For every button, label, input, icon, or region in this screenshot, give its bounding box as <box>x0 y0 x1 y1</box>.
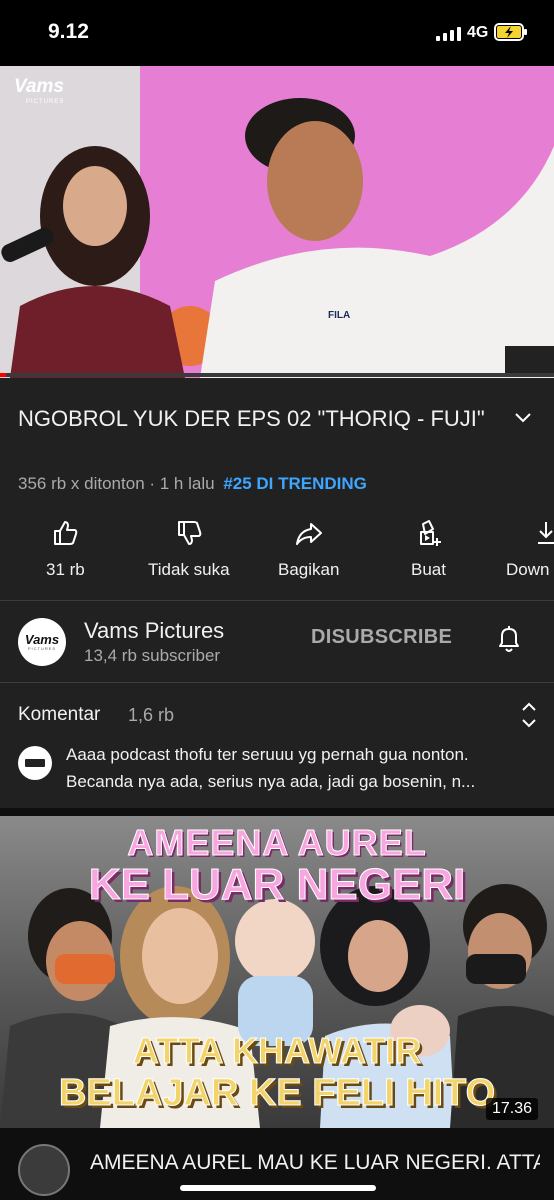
video-progress-bar[interactable] <box>0 373 554 377</box>
dislike-label: Tidak suka <box>148 560 230 579</box>
channel-avatar[interactable]: Vams PICTURES <box>18 618 66 666</box>
status-time: 9.12 <box>48 20 89 43</box>
thumbnail-text-line-4: BELAJAR KE FELI HITO <box>58 1072 496 1115</box>
channel-name[interactable]: Vams Pictures <box>84 618 224 644</box>
bell-icon[interactable] <box>495 624 523 654</box>
video-player[interactable]: FILA Vams PICTURES <box>0 66 554 378</box>
expand-icon[interactable] <box>518 700 540 730</box>
battery-charging-icon <box>494 23 527 41</box>
thumbnail-text-line-3: ATTA KHAWATIR <box>132 1030 422 1072</box>
dislike-icon <box>177 521 202 545</box>
create-icon <box>420 520 442 546</box>
like-button[interactable]: 31 rb <box>46 518 85 580</box>
download-button[interactable]: Down <box>506 518 554 580</box>
video-meta: 356 rb x ditonton · 1 h lalu #25 DI TREN… <box>18 474 367 494</box>
like-count: 31 rb <box>46 560 85 579</box>
thumbnail-text-line-1: AMEENA AUREL <box>127 822 427 864</box>
status-bar: 9.12 4G <box>0 0 554 66</box>
section-gap <box>0 808 554 816</box>
share-label: Bagikan <box>278 560 340 579</box>
player-watermark-subtitle: PICTURES <box>26 99 65 105</box>
chevron-down-icon[interactable] <box>512 406 534 428</box>
create-button[interactable]: Buat <box>411 518 446 580</box>
video-views: 356 rb x ditonton · 1 h lalu <box>18 474 215 493</box>
download-label: Down <box>506 560 550 579</box>
next-video-channel-avatar[interactable] <box>18 1144 70 1196</box>
download-icon <box>538 522 554 544</box>
thumbnail-text-line-2: KE LUAR NEGERI <box>88 860 466 910</box>
trending-badge[interactable]: #25 DI TRENDING <box>223 474 367 493</box>
comments-section[interactable]: Komentar 1,6 rb Aaaa podcast thofu ter s… <box>0 682 554 808</box>
video-title[interactable]: NGOBROL YUK DER EPS 02 "THORIQ - FUJI" <box>18 404 488 434</box>
video-frame-image: FILA <box>1 98 554 378</box>
commenter-avatar <box>18 746 52 780</box>
next-video-title[interactable]: AMEENA AUREL MAU KE LUAR NEGERI. ATTA KH… <box>90 1150 540 1176</box>
channel-row[interactable]: Vams PICTURES Vams Pictures 13,4 rb subs… <box>0 600 554 680</box>
video-progress-fill <box>0 373 6 377</box>
next-video-thumbnail[interactable]: AMEENA AUREL KE LUAR NEGERI ATTA KHAWATI… <box>0 816 554 1128</box>
comments-label: Komentar <box>18 704 101 725</box>
player-watermark-logo: Vams <box>14 76 64 97</box>
unsubscribe-button[interactable]: DISUBSCRIBE <box>311 626 452 649</box>
comments-count: 1,6 rb <box>128 705 175 725</box>
channel-subscriber-count: 13,4 rb subscriber <box>84 646 221 665</box>
action-bar: 31 rb Tidak suka Bagikan Buat Down <box>0 518 554 588</box>
watch-content: NGOBROL YUK DER EPS 02 "THORIQ - FUJI" 3… <box>0 378 554 1200</box>
home-indicator[interactable] <box>180 1185 376 1191</box>
create-label: Buat <box>411 560 446 579</box>
signal-icon <box>436 27 461 41</box>
like-icon <box>54 521 78 545</box>
share-button[interactable]: Bagikan <box>278 518 339 580</box>
share-icon <box>295 523 322 545</box>
svg-text:FILA: FILA <box>328 310 350 321</box>
video-duration-badge: 17.36 <box>486 1098 539 1120</box>
network-label: 4G <box>467 24 489 41</box>
dislike-button[interactable]: Tidak suka <box>148 518 230 580</box>
top-comment-text: Aaaa podcast thofu ter seruuu yg pernah … <box>66 745 476 791</box>
